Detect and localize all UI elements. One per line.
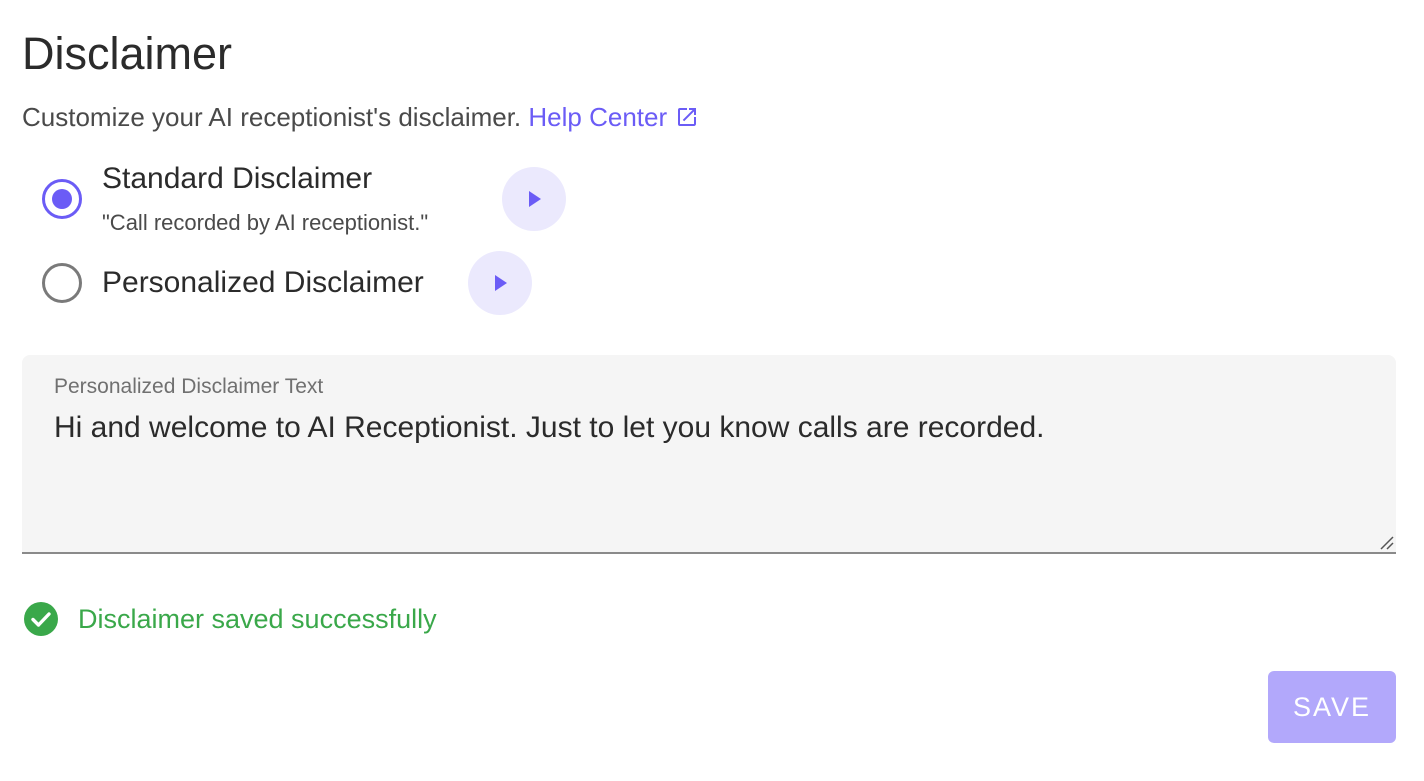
page-subtitle: Customize your AI receptionist's disclai… xyxy=(22,100,699,134)
play-personalized-disclaimer-button[interactable] xyxy=(468,251,532,315)
standard-disclaimer-label[interactable]: Standard Disclaimer xyxy=(102,161,372,197)
personalized-disclaimer-radio[interactable] xyxy=(42,263,82,303)
page-title: Disclaimer xyxy=(22,28,233,79)
disclaimer-settings-page: Disclaimer Customize your AI receptionis… xyxy=(0,0,1424,781)
standard-disclaimer-radio[interactable] xyxy=(42,179,82,219)
disclaimer-textarea[interactable]: Hi and welcome to AI Receptionist. Just … xyxy=(54,408,1354,448)
resize-handle-icon[interactable] xyxy=(1378,534,1394,550)
personalized-disclaimer-label[interactable]: Personalized Disclaimer xyxy=(102,265,424,301)
play-icon xyxy=(495,275,507,291)
status-message: Disclaimer saved successfully xyxy=(78,604,437,634)
external-link-icon xyxy=(678,108,697,126)
text-field-label: Personalized Disclaimer Text xyxy=(54,375,324,398)
play-standard-disclaimer-button[interactable] xyxy=(502,167,566,231)
subtitle-text: Customize your AI receptionist's disclai… xyxy=(22,102,522,132)
standard-disclaimer-description: "Call recorded by AI receptionist." xyxy=(102,210,429,235)
play-icon xyxy=(529,191,541,207)
help-center-link[interactable]: Help Center xyxy=(528,102,699,132)
save-button[interactable]: SAVE xyxy=(1268,671,1396,743)
personalized-disclaimer-text-field[interactable]: Personalized Disclaimer Text Hi and welc… xyxy=(22,355,1396,554)
check-circle-icon xyxy=(24,602,58,636)
help-center-label: Help Center xyxy=(528,102,668,132)
